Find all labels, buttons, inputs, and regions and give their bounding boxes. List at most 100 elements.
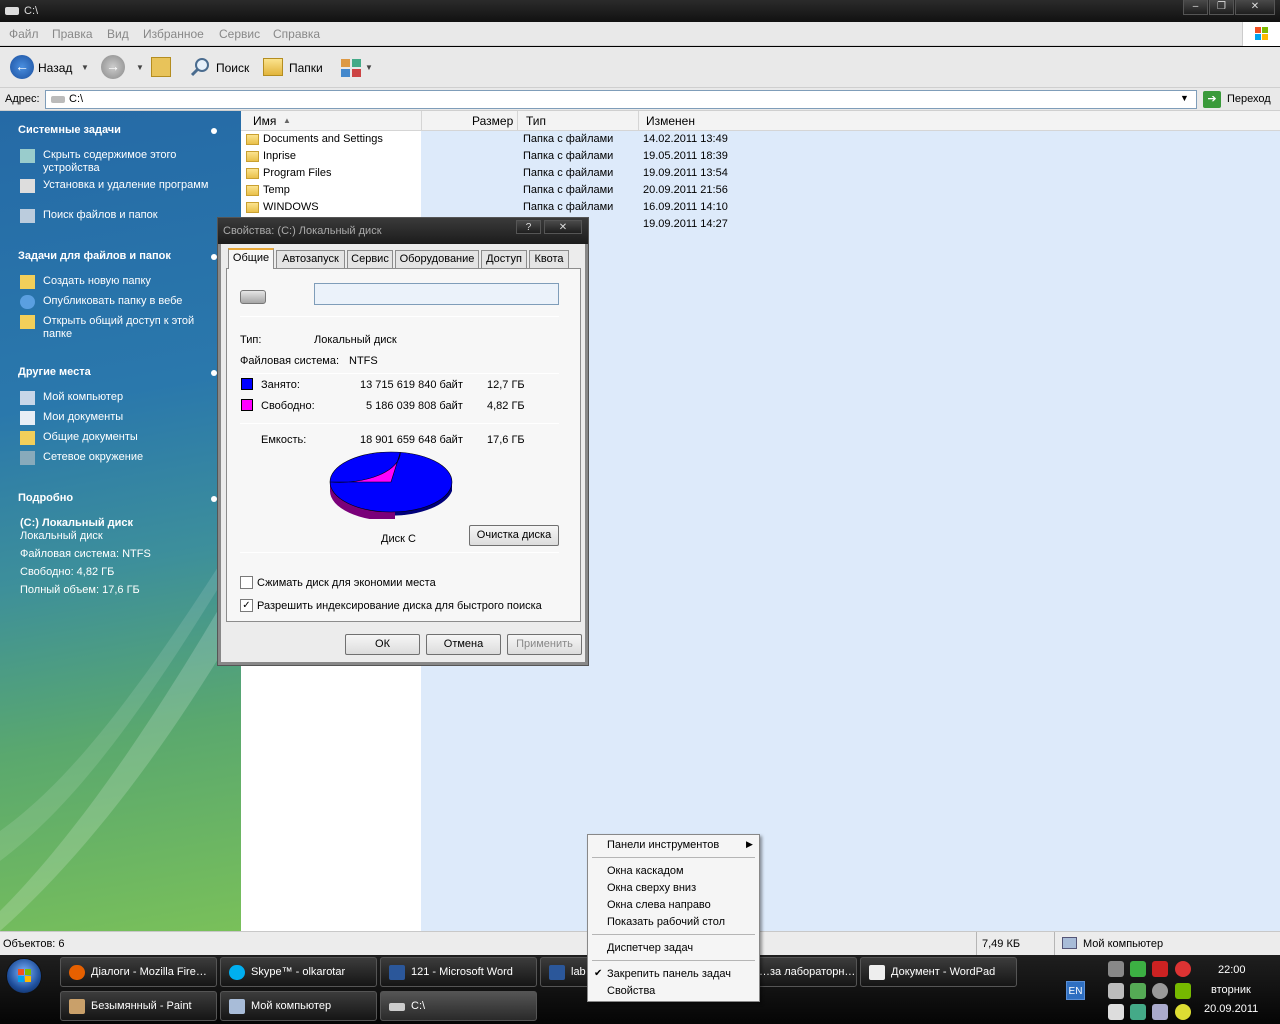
error-tray-icon[interactable] [1175,961,1191,977]
menu-tools[interactable]: Сервис [219,27,260,41]
system-tasks-header[interactable]: Системные задачи [18,124,121,136]
col-modified[interactable]: Изменен [646,114,695,128]
new-folder-link[interactable]: Создать новую папку [43,275,151,288]
file-name[interactable]: Inprise [263,148,296,165]
go-button[interactable]: Переход [1227,93,1271,105]
my-documents-link[interactable]: Мои документы [43,411,123,424]
ok-button[interactable]: ОК [345,634,420,655]
compress-label[interactable]: Сжимать диск для экономии места [257,577,436,589]
file-name[interactable]: WINDOWS [263,199,319,216]
tab-tools[interactable]: Сервис [347,250,393,269]
search-files-link[interactable]: Поиск файлов и папок [43,209,158,222]
menu-item-lock-taskbar[interactable]: Закрепить панель задач [607,968,731,980]
up-folder-icon[interactable] [151,57,171,77]
network-tray-icon[interactable] [1108,961,1124,977]
views-dropdown-icon[interactable]: ▼ [365,56,373,80]
help-button[interactable]: ? [516,220,541,234]
taskbar-wordpad[interactable]: Документ - WordPad [860,957,1017,987]
go-arrow-icon[interactable]: ➔ [1203,91,1221,108]
clock-day[interactable]: вторник [1211,984,1251,996]
window-titlebar[interactable]: C:\ – ❐ ✕ [0,0,1280,22]
tray-icon[interactable] [1130,983,1146,999]
address-dropdown-icon[interactable]: ▼ [1180,93,1189,103]
index-label[interactable]: Разрешить индексирование диска для быстр… [257,600,542,612]
taskbar-paint[interactable]: Безымянный - Paint [60,991,217,1021]
back-button[interactable]: Назад [38,56,72,80]
column-divider[interactable] [638,111,639,130]
compress-checkbox[interactable] [240,576,253,589]
menu-favorites[interactable]: Избранное [143,27,204,41]
search-button[interactable]: Поиск [216,56,249,80]
menu-item-properties[interactable]: Свойства [607,985,655,997]
cancel-button[interactable]: Отмена [426,634,501,655]
antivirus-tray-icon[interactable] [1130,961,1146,977]
file-tasks-header[interactable]: Задачи для файлов и папок [18,250,171,262]
menu-help[interactable]: Справка [273,27,320,41]
tray-icon[interactable] [1130,1004,1146,1020]
share-folder-link[interactable]: Открыть общий доступ к этой папке [43,315,223,341]
tray-icon[interactable] [1152,1004,1168,1020]
tab-general[interactable]: Общие [228,248,274,269]
tab-hardware[interactable]: Оборудование [395,250,479,269]
language-indicator[interactable]: EN [1066,981,1085,1000]
menu-item-cascade[interactable]: Окна каскадом [607,865,684,877]
address-input[interactable]: C:\ ▼ [45,90,1197,109]
taskbar-explorer-c[interactable]: C:\ [380,991,537,1021]
views-icon[interactable] [340,58,362,78]
add-remove-programs-link[interactable]: Установка и удаление программ [43,179,223,192]
start-button[interactable] [6,958,42,994]
maximize-button[interactable]: ❐ [1209,0,1234,15]
publish-web-link[interactable]: Опубликовать папку в вебе [43,295,182,308]
volume-label-input[interactable] [314,283,559,305]
menu-item-tile-vertical[interactable]: Окна слева направо [607,899,711,911]
back-arrow-icon[interactable]: ← [10,55,34,79]
disk-cleanup-button[interactable]: Очистка диска [469,525,559,546]
dialog-close-button[interactable]: ✕ [544,220,582,234]
index-checkbox[interactable]: ✓ [240,599,253,612]
forward-dropdown-icon[interactable]: ▼ [136,56,144,80]
dialog-titlebar[interactable]: Свойства: (C:) Локальный диск ? ✕ [218,218,588,244]
taskbar-firefox[interactable]: Діалоги - Mozilla Fire… [60,957,217,987]
col-name[interactable]: Имя [253,114,276,128]
my-computer-link[interactable]: Мой компьютер [43,391,123,404]
kaspersky-tray-icon[interactable] [1152,961,1168,977]
tray-icon[interactable] [1108,983,1124,999]
forward-arrow-icon[interactable]: → [101,55,125,79]
column-divider[interactable] [421,111,422,130]
hide-contents-link[interactable]: Скрыть содержимое этого устройства [43,149,223,175]
minimize-button[interactable]: – [1183,0,1208,15]
col-size[interactable]: Размер [472,114,513,128]
menu-item-toolbars[interactable]: Панели инструментов [607,839,719,851]
file-name[interactable]: Documents and Settings [263,131,383,148]
taskbar-my-computer[interactable]: Мой компьютер [220,991,377,1021]
menu-item-task-manager[interactable]: Диспетчер задач [607,942,693,954]
back-dropdown-icon[interactable]: ▼ [81,56,89,80]
tab-autorun[interactable]: Автозапуск [276,250,345,269]
file-name[interactable]: Program Files [263,165,331,182]
file-name[interactable]: Temp [263,182,290,199]
clock-date[interactable]: 20.09.2011 [1204,1003,1258,1015]
volume-tray-icon[interactable] [1108,1004,1124,1020]
nvidia-tray-icon[interactable] [1175,983,1191,999]
menu-edit[interactable]: Правка [52,27,93,41]
clock-time[interactable]: 22:00 [1218,964,1246,976]
tray-icon[interactable] [1152,983,1168,999]
close-button[interactable]: ✕ [1235,0,1275,15]
column-divider[interactable] [517,111,518,130]
menu-file[interactable]: Файл [9,27,39,41]
folders-button[interactable]: Папки [289,56,323,80]
tray-icon[interactable] [1175,1004,1191,1020]
details-header[interactable]: Подробно [18,492,73,504]
taskbar-skype[interactable]: Skype™ - olkarotar [220,957,377,987]
shared-documents-link[interactable]: Общие документы [43,431,138,444]
collapse-icon[interactable] [211,128,217,134]
tab-sharing[interactable]: Доступ [481,250,527,269]
tab-quota[interactable]: Квота [529,250,569,269]
menu-item-show-desktop[interactable]: Показать рабочий стол [607,916,725,928]
col-type[interactable]: Тип [526,114,546,128]
menu-item-tile-horizontal[interactable]: Окна сверху вниз [607,882,696,894]
apply-button[interactable]: Применить [507,634,582,655]
taskbar-word[interactable]: 121 - Microsoft Word [380,957,537,987]
menu-view[interactable]: Вид [107,27,129,41]
other-places-header[interactable]: Другие места [18,366,91,378]
